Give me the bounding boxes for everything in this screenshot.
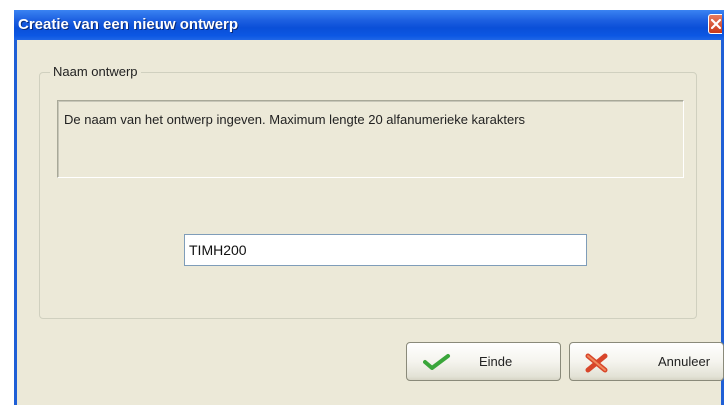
name-groupbox: Naam ontwerp De naam van het ontwerp ing…: [39, 64, 697, 319]
window-title: Creatie van een nieuw ontwerp: [18, 16, 239, 33]
cross-icon: [584, 353, 610, 378]
close-icon: [710, 18, 722, 30]
einde-button-label: Einde: [479, 354, 513, 369]
einde-button[interactable]: Einde: [406, 342, 561, 381]
close-button[interactable]: [708, 14, 722, 34]
annuleer-button-label: Annuleer: [658, 354, 711, 369]
design-name-input[interactable]: [184, 234, 587, 266]
title-bar[interactable]: Creatie van een nieuw ontwerp: [14, 10, 724, 40]
checkmark-icon: [423, 353, 451, 376]
dialog-window: Creatie van een nieuw ontwerp Naam ontwe…: [14, 10, 724, 405]
info-panel: De naam van het ontwerp ingeven. Maximum…: [57, 100, 684, 178]
annuleer-button[interactable]: Annuleer: [569, 342, 724, 381]
groupbox-legend: Naam ontwerp: [50, 64, 141, 79]
description-text: De naam van het ontwerp ingeven. Maximum…: [64, 112, 526, 127]
